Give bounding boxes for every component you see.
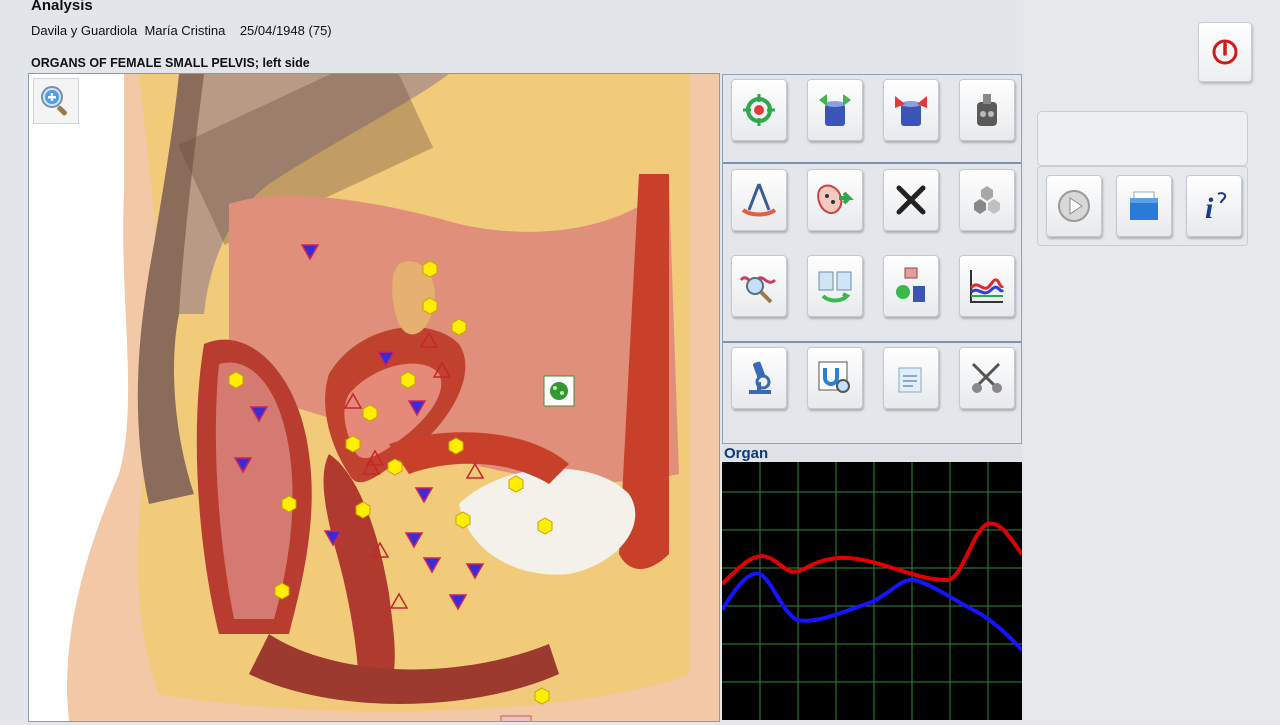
- scissors-pills-icon: [971, 362, 1002, 393]
- transfer-up-button[interactable]: [807, 79, 863, 141]
- player-controls: i: [1037, 166, 1248, 246]
- red-curve: [720, 521, 1024, 586]
- hexagons-icon: [974, 186, 1000, 214]
- transfer-pages-button[interactable]: [807, 255, 863, 317]
- report-button[interactable]: [883, 347, 939, 409]
- marker-hexagon: [455, 511, 471, 529]
- power-icon: [1212, 39, 1238, 65]
- device-button[interactable]: [959, 79, 1015, 141]
- wave-search-button[interactable]: [731, 255, 787, 317]
- target-icon: [743, 94, 775, 126]
- marker-hexagon: [448, 437, 464, 455]
- patient-info: Davila y Guardiola María Cristina 25/04/…: [31, 23, 332, 38]
- power-button[interactable]: [1198, 22, 1252, 82]
- transfer-pages-icon: [818, 271, 852, 303]
- marker-hexagon: [274, 582, 290, 600]
- patient-name: Davila y Guardiola María Cristina: [31, 23, 226, 38]
- clipboard-icon: [898, 367, 922, 393]
- marker-hexagon: [281, 495, 297, 513]
- wave-magnifier-icon: [739, 276, 777, 304]
- info-button[interactable]: i: [1186, 175, 1242, 237]
- cylinder-arrows-up-icon: [819, 94, 851, 126]
- delete-button[interactable]: [883, 169, 939, 231]
- target-button[interactable]: [731, 79, 787, 141]
- status-box: [1037, 111, 1248, 166]
- magnet-search-button[interactable]: [807, 347, 863, 409]
- toolbar-divider: [723, 341, 1021, 343]
- info-icon: i: [1205, 192, 1227, 224]
- magnifier-plus-icon: [41, 86, 67, 116]
- blue-curve: [720, 571, 1024, 652]
- microscope-button[interactable]: [731, 347, 787, 409]
- archive-icon: [1130, 191, 1158, 220]
- graph-grid-icon: [969, 270, 1005, 303]
- window-title: Analysis: [31, 0, 93, 14]
- marker-hexagon: [422, 297, 438, 315]
- archive-button[interactable]: [1116, 175, 1172, 237]
- control-sidebar: [1024, 0, 1280, 720]
- section-title: ORGANS OF FEMALE SMALL PELVIS; left side: [31, 56, 310, 70]
- measure-button[interactable]: [731, 169, 787, 231]
- marker-hexagon: [451, 318, 467, 336]
- compass-icon: [741, 183, 777, 217]
- bacteria-marker: [543, 375, 575, 407]
- marker-hexagon: [400, 371, 416, 389]
- cylinder-arrows-down-icon: [895, 96, 927, 126]
- analysis-window: Analysis Davila y Guardiola María Cristi…: [0, 0, 1024, 722]
- graph-button[interactable]: [959, 255, 1015, 317]
- cells-arrow-icon: [817, 184, 854, 214]
- marker-hexagon: [228, 371, 244, 389]
- patient-age: (75): [308, 23, 332, 38]
- anatomy-illustration: [67, 74, 719, 721]
- marker-hexagon: [508, 475, 524, 493]
- recycle-bins-icon: [896, 267, 925, 302]
- clipped-marker: [500, 715, 532, 721]
- marker-hexagon: [422, 260, 438, 278]
- tools-button[interactable]: [959, 347, 1015, 409]
- svg-text:i: i: [1205, 192, 1214, 224]
- toolbar-divider: [723, 162, 1021, 164]
- cells-button[interactable]: [807, 169, 863, 231]
- zoom-button[interactable]: [33, 78, 79, 124]
- organ-graph-svg: [720, 462, 1024, 720]
- marker-hexagon: [362, 404, 378, 422]
- analysis-toolbar: [722, 74, 1022, 444]
- magnet-search-icon: [818, 361, 850, 393]
- play-icon: [1058, 190, 1090, 222]
- transfer-down-button[interactable]: [883, 79, 939, 141]
- recycle-button[interactable]: [883, 255, 939, 317]
- marker-hexagon: [537, 517, 553, 535]
- patient-dob: 25/04/1948: [239, 23, 305, 38]
- graph-grid: [722, 462, 1022, 720]
- structure-button[interactable]: [959, 169, 1015, 231]
- marker-hexagon: [355, 501, 371, 519]
- play-button[interactable]: [1046, 175, 1102, 237]
- marker-hexagon: [387, 458, 403, 476]
- marker-hexagon: [345, 435, 361, 453]
- close-x-icon: [896, 185, 926, 215]
- anatomy-image-panel[interactable]: [28, 73, 720, 722]
- organ-graph: [720, 462, 1024, 720]
- microscope-icon: [749, 361, 771, 394]
- marker-hexagon: [534, 687, 550, 705]
- organ-panel-title: Organ: [722, 444, 1022, 462]
- device-icon: [977, 94, 997, 126]
